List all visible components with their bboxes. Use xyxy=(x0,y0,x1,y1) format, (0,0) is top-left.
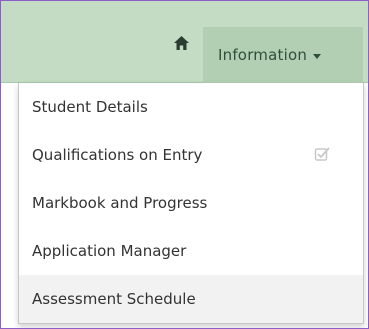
menu-item-markbook-and-progress[interactable]: Markbook and Progress xyxy=(19,179,363,227)
information-dropdown-menu: Student Details Qualifications on Entry … xyxy=(18,83,364,324)
menu-item-label: Student Details xyxy=(32,98,148,116)
home-icon xyxy=(173,36,189,50)
information-dropdown-toggle[interactable]: Information xyxy=(203,27,363,83)
home-button[interactable] xyxy=(169,31,193,55)
menu-item-label: Markbook and Progress xyxy=(32,194,208,212)
screenshot-frame: Information Student Details Qualificatio… xyxy=(0,0,369,329)
menu-item-assessment-schedule[interactable]: Assessment Schedule xyxy=(19,275,363,323)
check-square-icon xyxy=(314,147,330,161)
menu-item-label: Assessment Schedule xyxy=(32,290,196,308)
menu-item-student-details[interactable]: Student Details xyxy=(19,83,363,131)
information-label: Information xyxy=(218,46,308,64)
menu-item-qualifications-on-entry[interactable]: Qualifications on Entry xyxy=(19,131,363,179)
caret-down-icon xyxy=(313,53,322,59)
menu-item-label: Qualifications on Entry xyxy=(32,146,203,164)
menu-item-label: Application Manager xyxy=(32,242,187,260)
top-navbar: Information xyxy=(1,1,368,83)
menu-item-application-manager[interactable]: Application Manager xyxy=(19,227,363,275)
